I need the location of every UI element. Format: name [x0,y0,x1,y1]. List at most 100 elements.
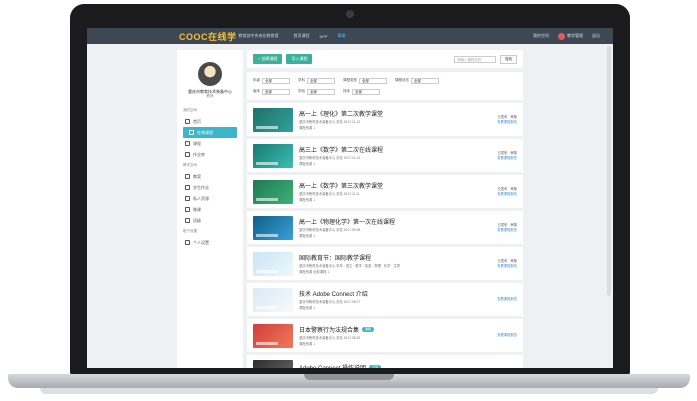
course-meta-2: 课程资源 1 [299,342,315,346]
course-thumbnail[interactable] [253,143,293,168]
course-actions: 查看课程报告 [481,333,517,338]
course-report-link[interactable]: 查看课程报告 [481,156,517,161]
course-info: 日本警察行为法规合集 课程 重庆市教育技术装备中心 浏览 2017.08.25 … [299,325,475,346]
user-icon [185,240,190,245]
course-report-link[interactable]: 查看课程报告 [481,228,517,233]
course-meta: 重庆市教育技术装备中心 浏览 2017.08.27 [299,299,361,304]
filter-version: 版本 全部 [253,88,290,95]
page-scrollbar[interactable] [607,46,611,296]
type-select[interactable]: 全部 [359,77,387,84]
course-item[interactable]: 高一上《理化》第二次教学课堂 重庆市教育技术装备中心 浏览 2017.11.13… [247,103,523,136]
profile-avatar[interactable] [198,62,222,86]
sidebar-item-student-work[interactable]: 学生作业 [177,182,243,193]
filter-row: 版本 全部 学段 全部 排序 全部 [253,86,517,97]
course-item[interactable]: 技术 Adobe Connect 介绍 重庆市教育技术装备中心 浏览 2017.… [247,283,523,316]
course-report-link[interactable]: 查看课程报告 [481,297,517,302]
search-input[interactable]: 请输入课程名称 [454,55,496,63]
site-logo[interactable]: COOC在线学 教育部中央电化教育馆 [179,30,289,43]
course-report-link[interactable]: 查看课程报告 [481,120,517,125]
filter-status: 课程状态 全部 [395,77,439,84]
course-info: 国际教育节：国际教学课程 重庆市教育技术装备中心 学年 · 语文 · 数学 · … [299,253,475,274]
course-item[interactable]: Adobe Connect 操作说明 下载 重庆市教育技术装备中心 浏览 201… [247,355,523,368]
logout-link[interactable]: 退出 [592,33,600,39]
stage-select[interactable]: 全部 [307,88,335,95]
nav-link-help[interactable]: 帮助 [338,33,346,39]
filter-row: 年级 全部 学科 全部 课程类型 全部 课程状态 全部 [253,75,517,86]
course-title[interactable]: 日本警察行为法规合集 课程 [299,325,475,334]
laptop-base [8,374,690,388]
course-report-link[interactable]: 查看课程报告 [481,264,517,269]
course-report-link[interactable]: 查看课程报告 [481,192,517,197]
lock-icon [185,196,190,201]
course-item[interactable]: 高三上《数学》第二次在线课程 重庆市教育技术装备中心 浏览 2017.11.14… [247,139,523,172]
status-select[interactable]: 全部 [411,77,439,84]
import-course-button[interactable]: 导入课程 [286,54,313,64]
course-actions: 查看课程报告 [481,297,517,302]
sidebar-item-settings[interactable]: 个人设置 [177,237,243,248]
course-actions: 已发布 · 审核 查看课程报告 [481,187,517,197]
filter-subject: 学科 全部 [298,77,335,84]
sidebar-item-lesson-plans[interactable]: 教案 [177,171,243,182]
grade-select[interactable]: 全部 [262,77,290,84]
course-thumbnail[interactable] [253,215,293,240]
course-thumbnail[interactable] [253,323,293,348]
course-thumbnail[interactable] [253,287,293,312]
main-content: + 创建课程 导入课程 请输入课程名称 搜索 年级 全部 学科 全部 课程类型 全部 … [247,50,523,368]
top-navigation: COOC在线学 教育部中央电化教育馆 首页课程 APP 帮助 我的空间 教学管理… [87,28,613,44]
course-report-link[interactable]: 查看课程报告 [481,333,517,338]
course-thumbnail[interactable] [253,359,293,368]
laptop-screen-bezel: COOC在线学 教育部中央电化教育馆 首页课程 APP 帮助 我的空间 教学管理… [70,4,630,376]
group-icon [185,218,190,223]
sidebar-item-online-courses[interactable]: 在线课程 [183,127,237,138]
course-item[interactable]: 高一上《数学》第三次教学课堂 重庆市教育技术装备中心 浏览 2017.11.11… [247,175,523,208]
clipboard-icon [185,185,190,190]
sidebar-item-courses[interactable]: 课程 [177,138,243,149]
course-tag: 课程 [362,326,375,332]
version-select[interactable]: 全部 [262,88,290,95]
course-title[interactable]: 高一上《理化》第二次教学课堂 [299,109,475,118]
laptop-notch [304,374,394,380]
course-info: 高一上《数学》第三次教学课堂 重庆市教育技术装备中心 浏览 2017.11.11… [299,181,475,202]
course-title[interactable]: 高一上《物理化学》第一次在线课程 [299,217,475,226]
course-info: Adobe Connect 操作说明 下载 重庆市教育技术装备中心 浏览 201… [299,363,475,368]
course-meta-2: 课程资源 1 [299,234,315,238]
laptop-mockup: COOC在线学 教育部中央电化教育馆 首页课程 APP 帮助 我的空间 教学管理… [0,0,697,401]
nav-link-space[interactable]: 我的空间 [533,33,549,39]
nav-link-home[interactable]: 首页课程 [294,33,310,39]
home-icon [185,119,190,124]
search-button[interactable]: 搜索 [500,54,517,64]
sort-select[interactable]: 全部 [352,88,380,95]
nav-link-app[interactable]: APP [320,34,328,39]
course-thumbnail[interactable] [253,251,293,276]
course-item[interactable]: 日本警察行为法规合集 课程 重庆市教育技术装备中心 浏览 2017.08.25 … [247,319,523,352]
course-title[interactable]: Adobe Connect 操作说明 下载 [299,363,475,368]
course-meta-2: 课程资源 1 [299,162,315,166]
course-title[interactable]: 国际教育节：国际教学课程 [299,253,475,262]
course-info: 技术 Adobe Connect 介绍 重庆市教育技术装备中心 浏览 2017.… [299,289,475,310]
create-course-button[interactable]: + 创建课程 [253,54,283,64]
sidebar-section-title: 账户设置 [183,229,197,233]
book-icon [185,141,190,146]
sidebar-item-private-resources[interactable]: 私人资源 [177,193,243,204]
course-actions: 已发布 · 审核 查看课程报告 [481,259,517,269]
logo-mark: COOC在线学 [179,31,237,42]
course-title[interactable]: 高三上《数学》第二次在线课程 [299,145,475,154]
sidebar-item-homework[interactable]: 作业库 [177,149,243,160]
course-title[interactable]: 技术 Adobe Connect 介绍 [299,289,475,298]
sidebar-item-home[interactable]: 首页 [177,116,243,127]
course-list: 高一上《理化》第二次教学课堂 重庆市教育技术装备中心 浏览 2017.11.13… [247,103,523,368]
filter-panel: 年级 全部 学科 全部 课程类型 全部 课程状态 全部 版本 全部 学段 全部 排序 全部 [247,72,523,100]
user-menu[interactable]: 教学管理 [558,32,583,40]
course-item[interactable]: 高一上《物理化学》第一次在线课程 重庆市教育技术装备中心 浏览 2017.09.… [247,211,523,244]
sidebar-item-classes[interactable]: 班级 [177,215,243,226]
course-meta: 重庆市教育技术装备中心 浏览 2017.11.14 [299,155,360,160]
subject-select[interactable]: 全部 [307,77,335,84]
course-thumbnail[interactable] [253,107,293,132]
sidebar-item-micro-lessons[interactable]: 微课 [177,204,243,215]
course-title[interactable]: 高一上《数学》第三次教学课堂 [299,181,475,190]
course-meta-2: 课程资源 1 [299,306,315,310]
logo-text: 教育部中央电化教育馆 [238,33,279,38]
course-item[interactable]: 国际教育节：国际教学课程 重庆市教育技术装备中心 学年 · 语文 · 数学 · … [247,247,523,280]
video-icon [185,207,190,212]
course-thumbnail[interactable] [253,179,293,204]
